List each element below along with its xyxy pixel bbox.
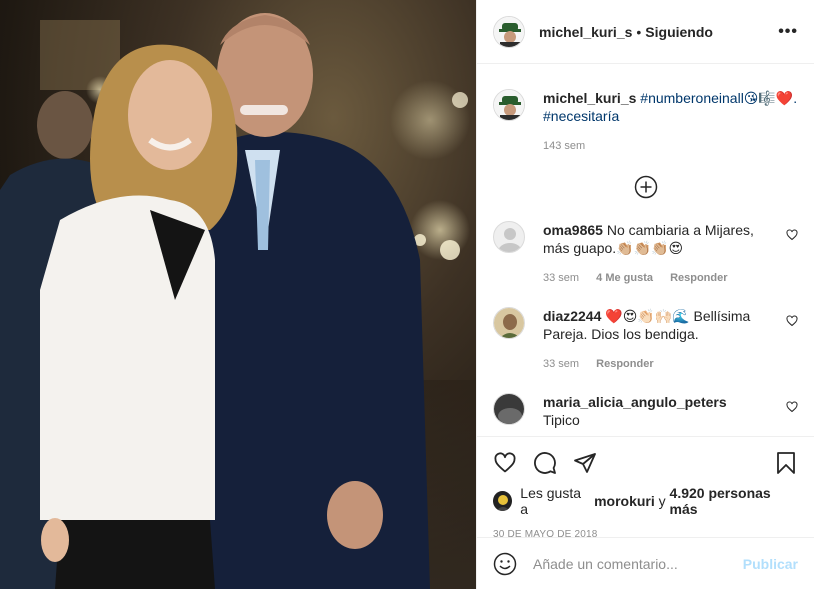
publish-button[interactable]: Publicar	[743, 556, 798, 572]
add-comment-bar: Publicar	[477, 537, 814, 589]
comment-input[interactable]	[533, 555, 743, 572]
comment-item: maria_alicia_angulo_peters Tipico	[493, 393, 798, 429]
couple-photo-illustration	[0, 13, 476, 589]
likes-prefix: Les gusta a	[520, 485, 582, 517]
post-actions: Les gusta a morokuri y 4.920 personas má…	[477, 436, 814, 540]
commenter-username[interactable]: maria_alicia_angulo_peters	[543, 394, 727, 410]
like-comment-icon[interactable]	[786, 315, 798, 327]
comment-likes[interactable]: 4 Me gusta	[596, 272, 653, 284]
comment-bubble-icon[interactable]	[533, 451, 557, 475]
caption-username[interactable]: michel_kuri_s	[543, 90, 636, 106]
like-comment-icon[interactable]	[786, 229, 798, 241]
likes-count[interactable]: 4.920 personas más	[670, 485, 798, 517]
post-photo[interactable]	[0, 0, 476, 589]
likes-summary: Les gusta a morokuri y 4.920 personas má…	[493, 485, 798, 517]
save-bookmark-icon[interactable]	[774, 451, 798, 475]
comments-list[interactable]: michel_kuri_s #numberoneinall😘🎼❤️. #nece…	[477, 65, 814, 436]
post-header: michel_kuri_s • Siguiendo •••	[477, 0, 814, 64]
like-heart-icon[interactable]	[493, 451, 517, 475]
reply-button[interactable]: Responder	[670, 272, 727, 284]
header-separator: •	[636, 23, 642, 40]
author-username[interactable]: michel_kuri_s	[539, 24, 632, 40]
caption-avatar[interactable]	[493, 89, 525, 121]
post-details-panel: michel_kuri_s • Siguiendo ••• michel_kur…	[476, 0, 814, 589]
liker-avatar[interactable]	[493, 491, 513, 511]
comment-time: 33 sem	[543, 272, 580, 284]
comment-item: oma9865 No cambiaria a Mijares, más guap…	[493, 221, 798, 285]
commenter-avatar[interactable]	[493, 307, 525, 339]
author-avatar[interactable]	[493, 15, 525, 48]
commenter-avatar[interactable]	[493, 221, 525, 253]
reply-button[interactable]: Responder	[596, 358, 653, 370]
post-caption: michel_kuri_s #numberoneinall😘🎼❤️. #nece…	[493, 65, 798, 153]
like-comment-icon[interactable]	[786, 401, 798, 413]
share-paper-plane-icon[interactable]	[573, 451, 597, 475]
caption-hashtag[interactable]: #numberoneinall😘🎼❤️.	[640, 90, 797, 106]
following-button[interactable]: Siguiendo	[645, 24, 713, 40]
commenter-avatar[interactable]	[493, 393, 525, 425]
more-options-icon[interactable]: •••	[778, 23, 798, 39]
likes-connector: y	[658, 493, 666, 509]
comment-time: 33 sem	[543, 358, 580, 370]
load-more-comments[interactable]	[493, 175, 798, 199]
liker-username[interactable]: morokuri	[594, 493, 655, 509]
caption-time: 143 sem	[543, 140, 586, 152]
caption-hashtag-2[interactable]: #necesitaría	[543, 107, 797, 125]
comment-item: diaz2244 ❤️😍👏🏻🙌🏻🌊 Bellísima Pareja. Dios…	[493, 307, 798, 371]
comment-text: Tipico	[543, 412, 580, 428]
commenter-username[interactable]: oma9865	[543, 222, 603, 238]
emoji-icon[interactable]	[493, 552, 517, 576]
commenter-username[interactable]: diaz2244	[543, 308, 601, 324]
plus-circle-icon[interactable]	[634, 175, 658, 199]
